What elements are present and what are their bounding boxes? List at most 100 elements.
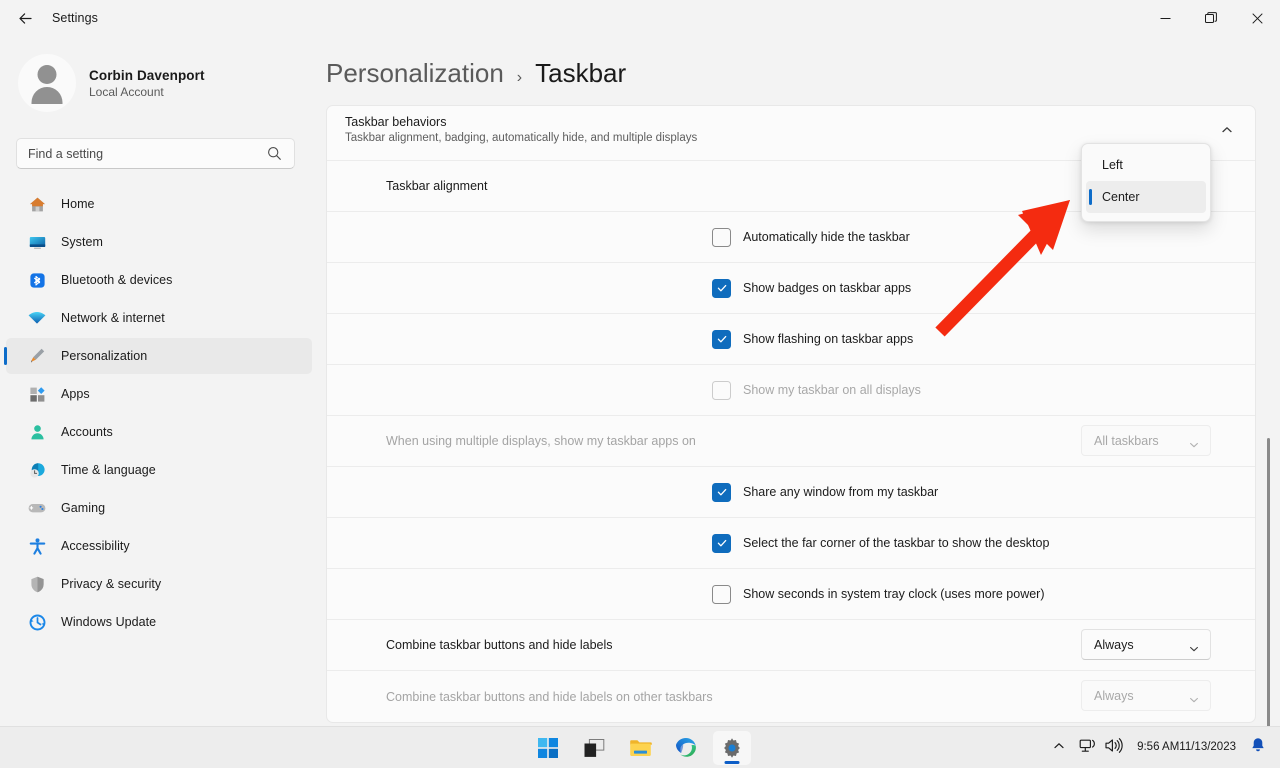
option-label: Center (1102, 190, 1140, 204)
row-label: Select the far corner of the taskbar to … (743, 536, 1049, 550)
task-view-icon[interactable] (575, 731, 613, 765)
page-title: Taskbar (535, 58, 626, 89)
windows-update-icon (26, 611, 48, 633)
row-share-any-window[interactable]: Share any window from my taskbar (327, 467, 1255, 518)
share-window-checkbox[interactable] (712, 483, 731, 502)
sidebar-item-privacy-security[interactable]: Privacy & security (6, 566, 312, 602)
row-multi-display-apps: When using multiple displays, show my ta… (327, 416, 1255, 467)
breadcrumb-separator-icon: › (517, 69, 522, 87)
row-show-seconds[interactable]: Show seconds in system tray clock (uses … (327, 569, 1255, 620)
chevron-up-icon (1221, 123, 1233, 141)
row-label: Combine taskbar buttons and hide labels (386, 638, 613, 652)
minimize-button[interactable] (1142, 0, 1188, 36)
gaming-icon (26, 497, 48, 519)
sidebar-item-label: Personalization (61, 349, 147, 363)
sidebar-item-time-language[interactable]: Time & language (6, 452, 312, 488)
row-label: Automatically hide the taskbar (743, 230, 910, 244)
search-icon (267, 146, 282, 166)
settings-icon[interactable] (713, 731, 751, 765)
content-scrollbar[interactable] (1263, 105, 1275, 726)
network-volume-button[interactable] (1073, 731, 1129, 765)
sidebar-item-label: Accounts (61, 425, 113, 439)
all-displays-checkbox (712, 381, 731, 400)
account-name: Corbin Davenport (89, 68, 205, 83)
sidebar-item-network-internet[interactable]: Network & internet (6, 300, 312, 336)
scrollbar-thumb[interactable] (1267, 438, 1270, 726)
option-label: Left (1102, 158, 1123, 172)
row-show-flashing[interactable]: Show flashing on taskbar apps (327, 314, 1255, 365)
system-icon (26, 231, 48, 253)
maximize-button[interactable] (1188, 0, 1234, 36)
apps-icon (26, 383, 48, 405)
sidebar-item-label: Home (61, 197, 95, 211)
time-language-icon (26, 459, 48, 481)
row-label: When using multiple displays, show my ta… (386, 434, 696, 448)
bell-icon (1250, 737, 1266, 759)
multi-display-dropdown: All taskbars (1081, 425, 1211, 456)
settings-window: Settings Corbin Davenport Local Account (0, 0, 1280, 768)
clock-button[interactable]: 9:56 AM 11/13/2023 (1131, 731, 1242, 765)
row-label: Show badges on taskbar apps (743, 281, 911, 295)
title-bar: Settings (0, 0, 1280, 36)
sidebar-item-label: Apps (61, 387, 90, 401)
windows-taskbar: 9:56 AM 11/13/2023 (0, 726, 1280, 768)
row-select-far-corner[interactable]: Select the far corner of the taskbar to … (327, 518, 1255, 569)
row-show-badges[interactable]: Show badges on taskbar apps (327, 263, 1255, 314)
section-title: Taskbar behaviors (345, 115, 1255, 129)
notifications-button[interactable] (1244, 731, 1272, 765)
breadcrumb-parent[interactable]: Personalization (326, 58, 504, 89)
sidebar-item-system[interactable]: System (6, 224, 312, 260)
alignment-option-center[interactable]: Center (1086, 181, 1206, 213)
sidebar-item-home[interactable]: Home (6, 186, 312, 222)
row-label: Combine taskbar buttons and hide labels … (386, 690, 713, 704)
show-hidden-icons-button[interactable] (1047, 731, 1071, 765)
accessibility-icon (26, 535, 48, 557)
account-block[interactable]: Corbin Davenport Local Account (18, 54, 320, 112)
sidebar-item-gaming[interactable]: Gaming (6, 490, 312, 526)
alignment-dropdown-flyout: Left Center (1081, 143, 1211, 222)
close-button[interactable] (1234, 0, 1280, 36)
sidebar-item-label: Windows Update (61, 615, 156, 629)
row-show-taskbar-all-displays: Show my taskbar on all displays (327, 365, 1255, 416)
row-label: Show my taskbar on all displays (743, 383, 921, 397)
home-icon (26, 193, 48, 215)
sidebar-item-label: System (61, 235, 103, 249)
clock-date: 11/13/2023 (1179, 740, 1236, 755)
row-combine-other-taskbars: Combine taskbar buttons and hide labels … (327, 671, 1255, 722)
search-box[interactable] (16, 138, 295, 169)
sidebar-item-label: Privacy & security (61, 577, 161, 591)
bluetooth-icon (26, 269, 48, 291)
combine-other-dropdown-value: Always (1094, 689, 1134, 703)
flashing-checkbox[interactable] (712, 330, 731, 349)
sidebar-item-bluetooth-devices[interactable]: Bluetooth & devices (6, 262, 312, 298)
avatar (18, 54, 76, 112)
clock-time: 9:56 AM (1137, 740, 1179, 755)
accounts-icon (26, 421, 48, 443)
seconds-checkbox[interactable] (712, 585, 731, 604)
sidebar-item-accessibility[interactable]: Accessibility (6, 528, 312, 564)
collapse-section-button[interactable] (1211, 116, 1243, 148)
network-icon (26, 307, 48, 329)
sidebar-item-accounts[interactable]: Accounts (6, 414, 312, 450)
taskbar-apps (529, 727, 751, 768)
auto-hide-checkbox[interactable] (712, 228, 731, 247)
system-tray: 9:56 AM 11/13/2023 (1047, 727, 1272, 768)
sidebar-nav: Home System (0, 186, 320, 640)
search-input[interactable] (28, 147, 253, 161)
alignment-option-left[interactable]: Left (1086, 149, 1206, 181)
chevron-up-icon (1053, 739, 1065, 757)
edge-icon[interactable] (667, 731, 705, 765)
sidebar-item-label: Network & internet (61, 311, 165, 325)
back-button[interactable] (8, 3, 42, 33)
combine-dropdown[interactable]: Always (1081, 629, 1211, 660)
start-icon[interactable] (529, 731, 567, 765)
badges-checkbox[interactable] (712, 279, 731, 298)
file-explorer-icon[interactable] (621, 731, 659, 765)
sidebar-item-personalization[interactable]: Personalization (6, 338, 312, 374)
volume-icon (1104, 737, 1123, 759)
sidebar-item-label: Accessibility (61, 539, 130, 553)
chevron-down-icon (1189, 437, 1199, 455)
sidebar-item-apps[interactable]: Apps (6, 376, 312, 412)
far-corner-checkbox[interactable] (712, 534, 731, 553)
sidebar-item-windows-update[interactable]: Windows Update (6, 604, 312, 640)
